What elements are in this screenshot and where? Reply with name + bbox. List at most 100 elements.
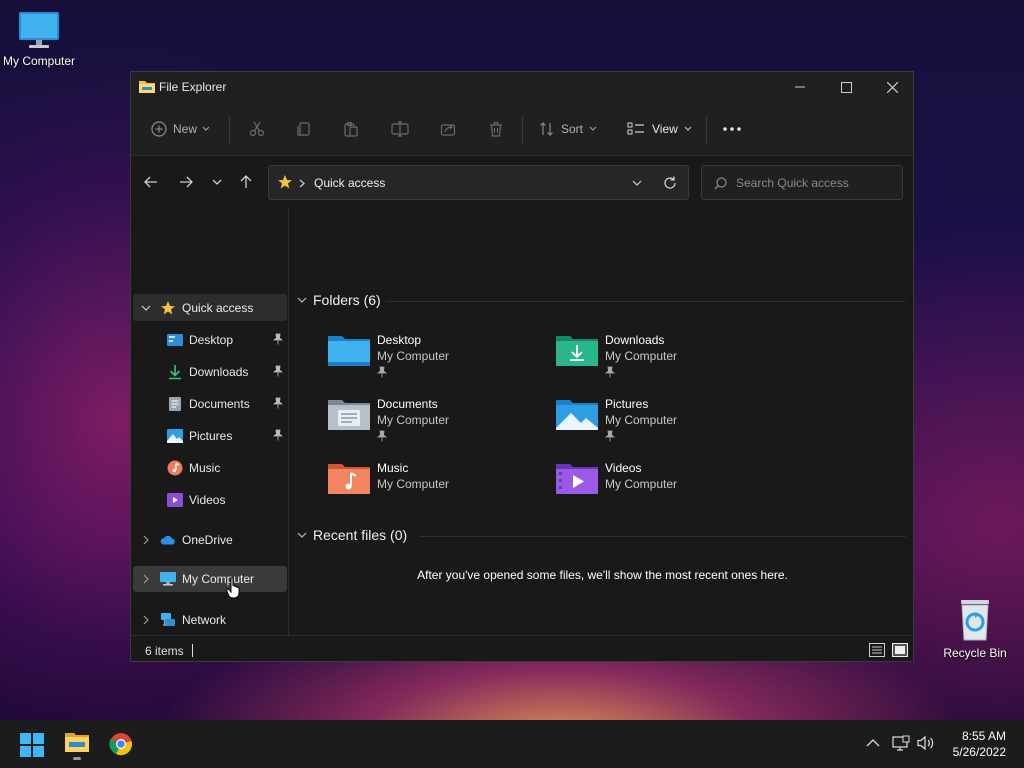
- folder-tile-documents[interactable]: Documents My Computer: [327, 396, 547, 454]
- maximize-button[interactable]: [823, 72, 869, 102]
- chevron-down-icon: [632, 180, 642, 186]
- desktop-icon-my-computer[interactable]: My Computer: [0, 10, 82, 68]
- folders-section-title: Folders (6): [313, 292, 381, 308]
- title-bar[interactable]: File Explorer: [131, 72, 913, 102]
- chrome-icon: [109, 733, 132, 756]
- rename-button[interactable]: [391, 116, 409, 142]
- details-view-button[interactable]: [869, 643, 885, 657]
- back-button[interactable]: [141, 172, 161, 192]
- desktop-icon-recycle-bin[interactable]: Recycle Bin: [932, 598, 1018, 660]
- start-button[interactable]: [20, 733, 44, 757]
- pin-icon[interactable]: [273, 397, 283, 409]
- downloads-folder-icon: [556, 336, 598, 366]
- taskbar-file-explorer[interactable]: [64, 731, 90, 760]
- sidebar-item-label: OneDrive: [182, 532, 233, 547]
- sidebar-item-music[interactable]: Music: [133, 454, 287, 481]
- refresh-button[interactable]: [660, 174, 680, 192]
- close-icon: [886, 81, 898, 93]
- sidebar-item-downloads[interactable]: Downloads: [133, 358, 287, 385]
- pin-icon: [605, 366, 615, 378]
- recent-files-section-header[interactable]: Recent files (0): [297, 527, 407, 543]
- up-button[interactable]: [236, 172, 256, 192]
- video-icon: [167, 492, 183, 508]
- volume-button[interactable]: [917, 735, 935, 753]
- windows-logo-icon: [20, 733, 44, 757]
- sidebar-item-desktop[interactable]: Desktop: [133, 326, 287, 353]
- more-options-button[interactable]: [722, 116, 742, 142]
- network-monitor-icon: [892, 735, 910, 751]
- trash-icon: [490, 122, 502, 137]
- folder-tile-pictures[interactable]: Pictures My Computer: [555, 396, 775, 454]
- new-button[interactable]: New: [151, 116, 210, 142]
- tiles-view-button[interactable]: [892, 643, 908, 657]
- folder-name: Desktop: [377, 333, 422, 347]
- chevron-down-icon: [589, 126, 597, 131]
- folder-tile-music[interactable]: Music My Computer: [327, 460, 547, 518]
- videos-folder-icon: [556, 464, 598, 494]
- sidebar-item-label: Network: [182, 612, 227, 627]
- folder-tile-downloads[interactable]: Downloads My Computer: [555, 332, 775, 390]
- pin-icon[interactable]: [273, 333, 283, 345]
- copy-button[interactable]: [296, 116, 312, 142]
- content-pane: Folders (6) Desktop My Computer Download…: [290, 208, 913, 635]
- delete-button[interactable]: [488, 116, 504, 142]
- search-input[interactable]: [736, 174, 896, 192]
- sidebar-item-label: Music: [189, 460, 221, 475]
- sidebar-item-quick-access[interactable]: Quick access: [133, 294, 287, 321]
- folder-tile-desktop[interactable]: Desktop My Computer: [327, 332, 547, 390]
- folder-icon: [139, 81, 155, 93]
- picture-icon: [167, 428, 183, 444]
- close-button[interactable]: [869, 72, 913, 102]
- sidebar-item-pictures[interactable]: Pictures: [133, 422, 287, 449]
- share-button[interactable]: [440, 116, 456, 142]
- chevron-right-icon: [143, 574, 149, 584]
- taskbar-chrome[interactable]: [109, 732, 133, 756]
- sort-icon: [540, 122, 553, 136]
- folders-section-header[interactable]: Folders (6): [297, 292, 381, 308]
- search-icon: [714, 177, 727, 190]
- recent-locations-button[interactable]: [207, 172, 227, 192]
- sort-button[interactable]: Sort: [539, 116, 597, 142]
- chevron-down-icon: [297, 297, 307, 303]
- sidebar-item-my-computer[interactable]: My Computer: [133, 566, 287, 592]
- network-status-button[interactable]: [892, 735, 910, 753]
- sidebar-item-onedrive[interactable]: OneDrive: [133, 526, 287, 553]
- sidebar-item-network[interactable]: Network: [133, 606, 287, 633]
- download-arrow-icon: [167, 364, 183, 380]
- folder-location: My Computer: [377, 413, 450, 427]
- chevron-down-icon: [684, 126, 692, 131]
- clock-time: 8:55 AM: [961, 729, 1006, 743]
- view-button[interactable]: View: [627, 116, 692, 142]
- arrow-left-icon: [144, 176, 157, 188]
- tiles-view-icon: [892, 643, 908, 657]
- sidebar-item-videos[interactable]: Videos: [133, 486, 287, 513]
- search-box[interactable]: [701, 165, 903, 200]
- folder-name: Videos: [605, 461, 642, 475]
- chevron-up-icon: [866, 739, 880, 747]
- folder-name: Documents: [377, 397, 438, 411]
- show-hidden-icons-button[interactable]: [866, 737, 880, 751]
- pin-icon: [377, 430, 387, 442]
- view-label: View: [652, 122, 678, 136]
- sidebar-item-label: Downloads: [189, 364, 249, 379]
- pin-icon: [605, 430, 615, 442]
- chevron-down-icon: [141, 305, 151, 311]
- folder-tile-videos[interactable]: Videos My Computer: [555, 460, 775, 518]
- rename-icon: [391, 121, 409, 137]
- pin-icon[interactable]: [273, 429, 283, 441]
- address-history-button[interactable]: [627, 174, 647, 192]
- chevron-down-icon: [297, 532, 307, 538]
- minimize-button[interactable]: [777, 72, 823, 102]
- sidebar-item-documents[interactable]: Documents: [133, 390, 287, 417]
- navigation-bar: Quick access: [131, 156, 913, 208]
- address-path[interactable]: Quick access: [314, 176, 385, 190]
- paste-button[interactable]: [343, 116, 359, 142]
- chevron-right-icon: [143, 615, 149, 625]
- address-bar[interactable]: Quick access: [268, 165, 689, 200]
- clipboard-icon: [344, 122, 358, 137]
- clock[interactable]: 8:55 AM 5/26/2022: [953, 728, 1006, 760]
- pin-icon[interactable]: [273, 365, 283, 377]
- cut-button[interactable]: [249, 116, 265, 142]
- folder-location: My Computer: [605, 349, 678, 363]
- forward-button[interactable]: [176, 172, 196, 192]
